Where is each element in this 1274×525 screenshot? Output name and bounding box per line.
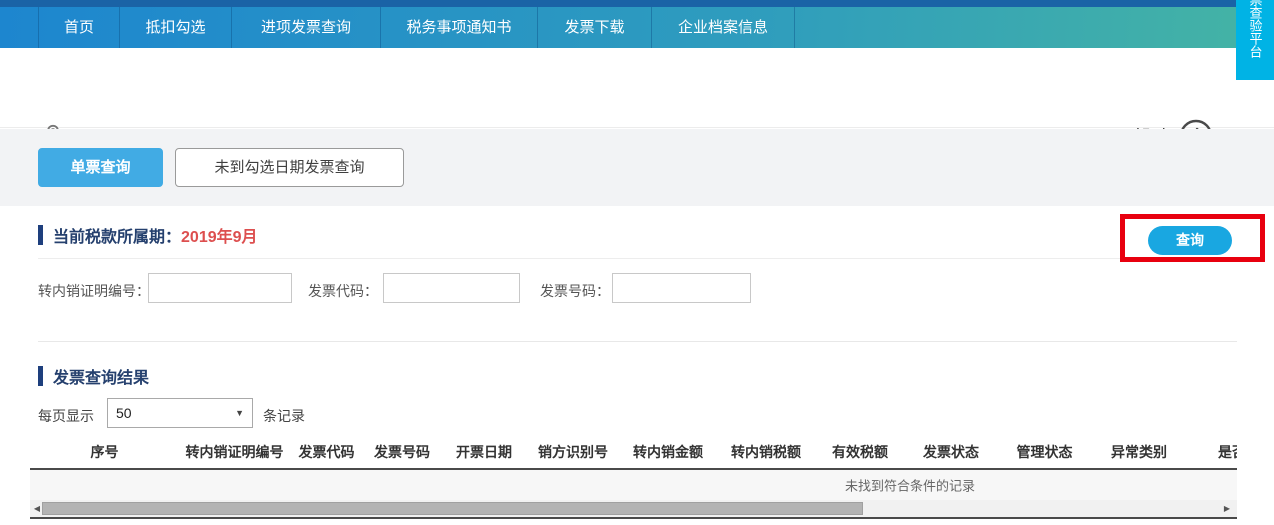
- horizontal-scrollbar[interactable]: ◀ ▶: [30, 500, 1237, 517]
- column-header-manage-status: 管理状态: [997, 442, 1092, 462]
- top-accent-strip: [0, 0, 1274, 7]
- current-tax-period-label: 当前税款所属期：: [53, 223, 181, 247]
- scroll-right-arrow-icon[interactable]: ▶: [1220, 500, 1234, 517]
- column-header-abnormal-type: 异常类别: [1092, 442, 1186, 462]
- no-records-message: 未找到符合条件的记录: [845, 476, 975, 495]
- nav-item-home[interactable]: 首页: [38, 7, 120, 48]
- page-size-prefix-label: 每页显示: [38, 406, 94, 426]
- invoice-code-input[interactable]: [383, 273, 520, 303]
- certificate-number-label: 转内销证明编号：: [38, 281, 150, 301]
- nav-item-company-archive[interactable]: 企业档案信息: [652, 7, 795, 48]
- query-button[interactable]: 查询: [1148, 226, 1232, 255]
- column-header-seq: 序号: [30, 442, 179, 462]
- results-table-header-row: 序号 转内销证明编号 发票代码 发票号码 开票日期 销方识别号 转内销金额 转内…: [30, 435, 1237, 468]
- nav-item-deduction-check[interactable]: 抵扣勾选: [120, 7, 232, 48]
- nav-item-tax-notice[interactable]: 税务事项通知书: [381, 7, 538, 48]
- section-accent-bar: [38, 225, 43, 245]
- column-header-tax-amount: 转内销税额: [717, 442, 815, 462]
- tab-single-invoice-query[interactable]: 单票查询: [38, 148, 163, 187]
- page-size-select[interactable]: 50 ▼: [107, 398, 253, 428]
- invoice-code-label: 发票代码：: [308, 281, 378, 301]
- side-tab-label: 票查验平台: [1247, 0, 1264, 58]
- nav-items: 首页 抵扣勾选 进项发票查询 税务事项通知书 发票下载 企业档案信息: [38, 7, 795, 48]
- chevron-down-icon: ▼: [235, 399, 244, 427]
- column-header-invoice-code: 发票代码: [290, 442, 363, 462]
- invoice-number-label: 发票号码：: [540, 281, 610, 301]
- nav-item-invoice-download[interactable]: 发票下载: [538, 7, 652, 48]
- page-size-value: 50: [116, 405, 132, 421]
- tab-undue-check-date-invoice-query[interactable]: 未到勾选日期发票查询: [175, 148, 404, 187]
- invoice-check-platform-side-tab[interactable]: 票查验平台: [1236, 0, 1274, 80]
- current-tax-period-header: 当前税款所属期： 2019年9月: [38, 223, 258, 247]
- column-header-truncated: 是否: [1186, 442, 1237, 462]
- section-accent-bar: [38, 366, 43, 386]
- column-header-invoice-no: 发票号码: [363, 442, 441, 462]
- divider: [38, 258, 1237, 259]
- column-header-issue-date: 开票日期: [441, 442, 527, 462]
- column-header-certificate-no: 转内销证明编号: [179, 442, 290, 462]
- divider: [38, 341, 1237, 342]
- breadcrumb-bar: 当前位置：首页 - 进项发票查询 - 出口转内销发票查询 帮助: [0, 48, 1274, 128]
- results-table: 序号 转内销证明编号 发票代码 发票号码 开票日期 销方识别号 转内销金额 转内…: [30, 435, 1237, 523]
- column-header-invoice-status: 发票状态: [905, 442, 997, 462]
- table-border-line: [30, 517, 1237, 519]
- current-tax-period-value: 2019年9月: [181, 223, 258, 247]
- table-empty-row: 未找到符合条件的记录: [30, 470, 1237, 500]
- page-size-suffix-label: 条记录: [263, 406, 305, 426]
- column-header-amount: 转内销金额: [619, 442, 717, 462]
- scrollbar-thumb[interactable]: [42, 502, 863, 515]
- column-header-valid-tax: 有效税额: [815, 442, 905, 462]
- main-navbar: 首页 抵扣勾选 进项发票查询 税务事项通知书 发票下载 企业档案信息: [0, 7, 1274, 48]
- invoice-number-input[interactable]: [612, 273, 751, 303]
- invoice-query-results-title: 发票查询结果: [53, 364, 149, 388]
- column-header-seller-id: 销方识别号: [527, 442, 619, 462]
- invoice-query-results-header: 发票查询结果: [38, 364, 149, 388]
- certificate-number-input[interactable]: [148, 273, 292, 303]
- nav-item-input-invoice-query[interactable]: 进项发票查询: [232, 7, 381, 48]
